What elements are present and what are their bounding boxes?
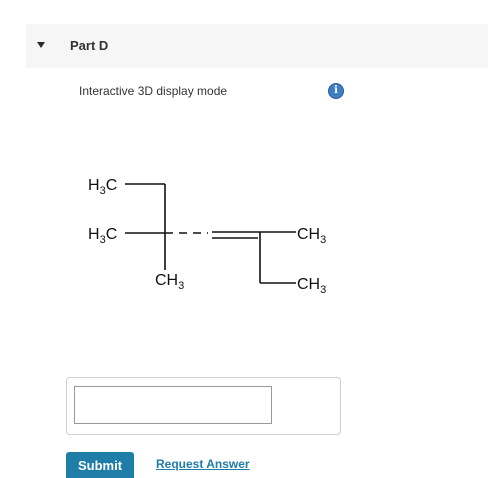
submit-button[interactable]: Submit <box>66 452 134 478</box>
label-ch3-right-top: CH3 <box>297 226 326 246</box>
label-h3c-top: H3C <box>88 177 117 197</box>
label-h3c-mid: H3C <box>88 226 117 246</box>
answer-input[interactable] <box>74 386 272 424</box>
request-answer-link[interactable]: Request Answer <box>156 457 250 471</box>
label-ch3-right-bottom: CH3 <box>297 276 326 296</box>
molecule-structure: H3C H3C CH3 CH3 CH3 <box>88 177 326 296</box>
label-ch3-bottom: CH3 <box>155 272 184 292</box>
answer-container <box>66 377 341 435</box>
